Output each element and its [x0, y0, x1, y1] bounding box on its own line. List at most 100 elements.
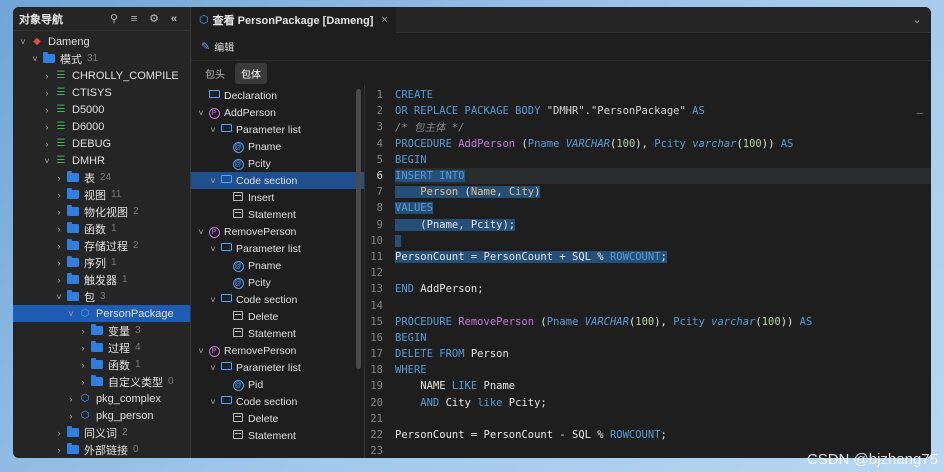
tree-node[interactable]: › 过程 4: [13, 339, 190, 356]
chevron-right-icon[interactable]: ›: [41, 71, 53, 81]
collapse-panel-icon[interactable]: «: [164, 13, 184, 25]
chevron-right-icon[interactable]: ›: [53, 190, 65, 200]
code-line[interactable]: 13 END AddPerson;: [365, 281, 931, 297]
chevron-right-icon[interactable]: ›: [77, 377, 89, 387]
tree-node[interactable]: › 函数 1: [13, 356, 190, 373]
code-line[interactable]: 6 INSERT INTO: [365, 167, 931, 185]
code-line[interactable]: 9 (Pname, Pcity);: [365, 217, 931, 233]
chevron-right-icon[interactable]: ›: [41, 139, 53, 149]
code-line[interactable]: 11 PersonCount = PersonCount + SQL % ROWC…: [365, 249, 931, 265]
tree-node[interactable]: › 同义词 2: [13, 424, 190, 441]
code-line[interactable]: 21: [365, 411, 931, 427]
outline-node[interactable]: ˅ P AddPerson: [191, 104, 364, 121]
tree-node[interactable]: › ☰ CHROLLY_COMPILE: [13, 67, 190, 84]
chevron-right-icon[interactable]: ›: [53, 275, 65, 285]
outline-node[interactable]: ˅ Code section: [191, 291, 364, 308]
tree-node[interactable]: › ☰ D5000: [13, 101, 190, 118]
subtab-body[interactable]: 包体: [235, 62, 267, 84]
tree-node[interactable]: › ⬡ pkg_complex: [13, 390, 190, 407]
code-line[interactable]: 16 BEGIN: [365, 330, 931, 346]
code-line[interactable]: 19 NAME LIKE Pname: [365, 378, 931, 394]
tree-node[interactable]: › 外部链接 0: [13, 441, 190, 458]
outline-scrollbar[interactable]: [356, 89, 361, 369]
code-line[interactable]: 20 AND City like Pcity;: [365, 395, 931, 411]
outline-node[interactable]: ˅ Code section: [191, 172, 364, 189]
tree-node[interactable]: › 视图 11: [13, 186, 190, 203]
chevron-down-icon[interactable]: ˅: [207, 176, 219, 186]
tree-node[interactable]: › ☰ CTISYS: [13, 84, 190, 101]
tree-node[interactable]: › 函数 1: [13, 220, 190, 237]
outline-node[interactable]: Declaration: [191, 87, 364, 104]
outline-node[interactable]: @ Pname: [191, 257, 364, 274]
chevron-right-icon[interactable]: ›: [65, 394, 77, 404]
chevron-right-icon[interactable]: ›: [53, 445, 65, 455]
code-line[interactable]: 22 PersonCount = PersonCount - SQL % ROWC…: [365, 427, 931, 443]
tree-node[interactable]: › 自定义类型 0: [13, 373, 190, 390]
locate-icon[interactable]: ⚙: [144, 12, 164, 25]
code-line[interactable]: 4 PROCEDURE AddPerson (Pname VARCHAR(100)…: [365, 136, 931, 152]
tree-node[interactable]: ˅ ⬡ PersonPackage: [13, 305, 190, 322]
chevron-right-icon[interactable]: ›: [77, 326, 89, 336]
code-line[interactable]: 7 Person (Name, City): [365, 184, 931, 200]
fold-minus-icon[interactable]: —: [917, 107, 923, 119]
tree-node[interactable]: ˅ 模式 31: [13, 50, 190, 67]
tree-node[interactable]: › 存储过程 2: [13, 237, 190, 254]
code-line[interactable]: 3 /* 包主体 */: [365, 119, 931, 135]
chevron-down-icon[interactable]: ˅: [41, 156, 53, 166]
chevron-right-icon[interactable]: ›: [53, 207, 65, 217]
chevron-down-icon[interactable]: ˅: [53, 292, 65, 302]
tree-node[interactable]: › 变量 3: [13, 322, 190, 339]
code-line[interactable]: 18 WHERE: [365, 362, 931, 378]
tree-node[interactable]: › 触发器 1: [13, 271, 190, 288]
tab-person-package[interactable]: ⬡ 查看 PersonPackage [Dameng] ×: [191, 7, 396, 33]
chevron-down-icon[interactable]: ˅: [195, 227, 207, 237]
chevron-down-icon[interactable]: ˅: [29, 54, 41, 64]
chevron-right-icon[interactable]: ›: [77, 360, 89, 370]
outline-node[interactable]: ˅ P RemovePerson: [191, 342, 364, 359]
chevron-right-icon[interactable]: ›: [41, 122, 53, 132]
tree-node[interactable]: ˅ ◆ Dameng: [13, 33, 190, 50]
chevron-right-icon[interactable]: ›: [77, 343, 89, 353]
outline-node[interactable]: Delete: [191, 410, 364, 427]
outline-node[interactable]: @ Pid: [191, 376, 364, 393]
chevron-down-icon[interactable]: ˅: [207, 363, 219, 373]
chevron-down-icon[interactable]: ⌄: [903, 13, 931, 26]
chevron-down-icon[interactable]: ˅: [207, 295, 219, 305]
outline-node[interactable]: ˅ Parameter list: [191, 121, 364, 138]
chevron-down-icon[interactable]: ˅: [207, 397, 219, 407]
edit-button[interactable]: 编辑: [214, 39, 234, 54]
chevron-right-icon[interactable]: ›: [41, 105, 53, 115]
code-line[interactable]: 10: [365, 233, 931, 249]
tree-node[interactable]: › ☰ DEBUG: [13, 135, 190, 152]
tree-node[interactable]: › 表 24: [13, 169, 190, 186]
chevron-right-icon[interactable]: ›: [53, 258, 65, 268]
outline-node[interactable]: Statement: [191, 427, 364, 444]
chevron-down-icon[interactable]: ˅: [207, 125, 219, 135]
code-line[interactable]: 17 DELETE FROM Person: [365, 346, 931, 362]
code-editor[interactable]: — 1 CREATE 2 OR REPLACE PACKAGE BODY "DMHR"…: [365, 85, 931, 458]
subtab-header[interactable]: 包头: [199, 63, 231, 84]
outline-node[interactable]: @ Pcity: [191, 155, 364, 172]
code-line[interactable]: 12: [365, 265, 931, 281]
edit-icon[interactable]: ✎: [201, 40, 210, 53]
chevron-down-icon[interactable]: ˅: [65, 309, 77, 319]
code-line[interactable]: 5 BEGIN: [365, 152, 931, 168]
code-line[interactable]: 8 VALUES: [365, 200, 931, 216]
search-icon[interactable]: ⚲: [104, 12, 124, 25]
outline-node[interactable]: ˅ Parameter list: [191, 240, 364, 257]
tree-node[interactable]: ˅ ☰ DMHR: [13, 152, 190, 169]
chevron-right-icon[interactable]: ›: [65, 411, 77, 421]
tree-node[interactable]: ˅ 包 3: [13, 288, 190, 305]
chevron-down-icon[interactable]: ˅: [195, 346, 207, 356]
tree-node[interactable]: › 物化视图 2: [13, 203, 190, 220]
code-line[interactable]: 1 CREATE: [365, 87, 931, 103]
outline-node[interactable]: ˅ Parameter list: [191, 359, 364, 376]
code-line[interactable]: 2 OR REPLACE PACKAGE BODY "DMHR"."PersonP…: [365, 103, 931, 119]
chevron-right-icon[interactable]: ›: [53, 173, 65, 183]
tree-node[interactable]: › 序列 1: [13, 254, 190, 271]
chevron-down-icon[interactable]: ˅: [17, 37, 29, 47]
outline-node[interactable]: ˅ Code section: [191, 393, 364, 410]
outline-node[interactable]: Statement: [191, 206, 364, 223]
tree-node[interactable]: › ⬡ pkg_person: [13, 407, 190, 424]
filter-icon[interactable]: ≡: [124, 13, 144, 25]
